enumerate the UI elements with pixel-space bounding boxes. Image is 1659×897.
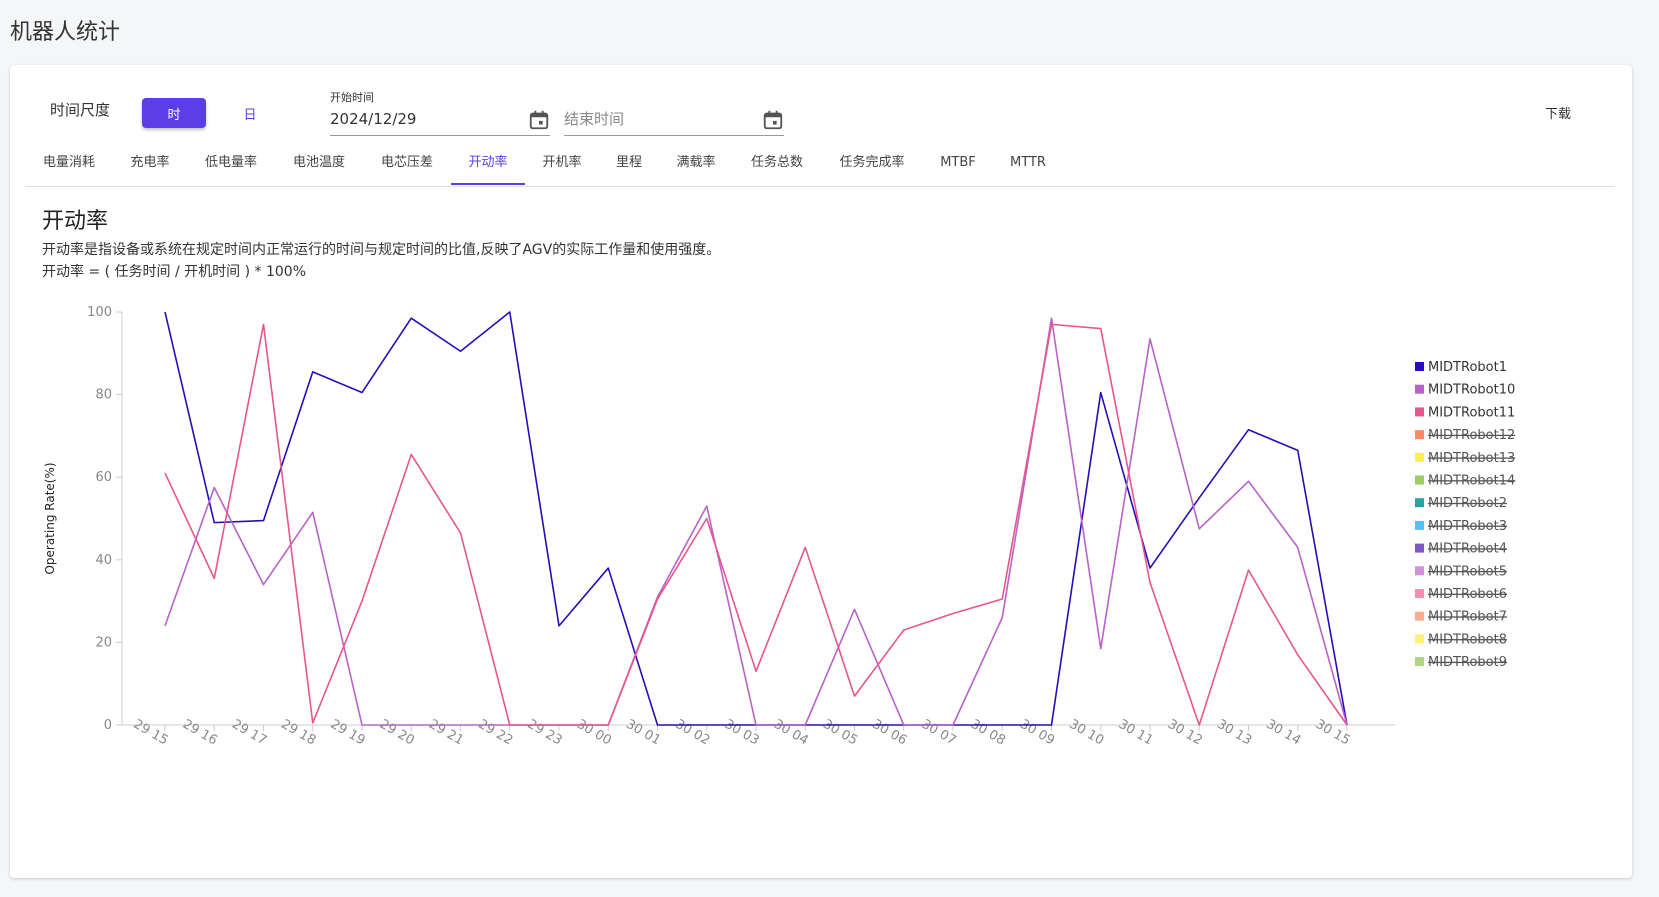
y-tick-label: 60: [95, 470, 112, 485]
legend-item-midtrobot1[interactable]: MIDTRobot1: [1415, 360, 1507, 375]
x-tick-label: 30 07: [919, 717, 959, 749]
x-tick-label: 30 08: [968, 717, 1008, 749]
legend-label: MIDTRobot9: [1428, 655, 1507, 670]
legend-swatch: [1415, 657, 1424, 667]
x-tick-label: 30 11: [1116, 717, 1156, 749]
operating-rate-chart: 02040608010029 15 29 16 29 17 29 18 29 19 29 …: [43, 305, 1515, 749]
legend-label: MIDTRobot6: [1428, 587, 1507, 602]
legend-item-midtrobot8[interactable]: MIDTRobot8: [1415, 632, 1507, 647]
legend-swatch: [1415, 384, 1424, 394]
legend-label: MIDTRobot12: [1428, 428, 1515, 443]
legend-item-midtrobot9[interactable]: MIDTRobot9: [1415, 655, 1507, 670]
legend-swatch: [1415, 498, 1424, 508]
legend-label: MIDTRobot2: [1428, 496, 1507, 511]
legend-item-midtrobot4[interactable]: MIDTRobot4: [1415, 542, 1507, 557]
legend-swatch: [1415, 452, 1424, 462]
legend-label: MIDTRobot4: [1428, 542, 1507, 557]
x-tick-label: 30 02: [673, 717, 713, 749]
legend-swatch: [1415, 475, 1424, 485]
legend-label: MIDTRobot3: [1428, 519, 1507, 534]
legend-swatch: [1415, 520, 1424, 530]
legend-item-midtrobot10[interactable]: MIDTRobot10: [1415, 383, 1515, 398]
x-tick-label: 30 13: [1214, 717, 1254, 749]
y-tick-label: 100: [87, 305, 112, 320]
legend-label: MIDTRobot11: [1428, 405, 1515, 420]
x-tick-label: 29 16: [180, 717, 220, 749]
legend-swatch: [1415, 407, 1424, 417]
legend-swatch: [1415, 362, 1424, 371]
legend-item-midtrobot5[interactable]: MIDTRobot5: [1415, 564, 1507, 579]
legend-item-midtrobot7[interactable]: MIDTRobot7: [1415, 610, 1507, 625]
legend-label: MIDTRobot13: [1428, 451, 1515, 466]
legend-swatch: [1415, 611, 1424, 621]
legend-item-midtrobot3[interactable]: MIDTRobot3: [1415, 519, 1507, 534]
legend-item-midtrobot13[interactable]: MIDTRobot13: [1415, 451, 1515, 466]
x-tick-label: 29 21: [426, 717, 466, 749]
x-tick-label: 30 04: [771, 717, 811, 749]
legend-label: MIDTRobot14: [1428, 474, 1515, 489]
x-tick-label: 30 14: [1264, 717, 1304, 749]
x-tick-label: 30 10: [1067, 717, 1107, 749]
stats-card: 时间尺度 时 日 开始时间 下载 电量消耗 充电率 低电量率 电池温度 电芯压差…: [10, 65, 1632, 878]
series-line-midtrobot1[interactable]: [164, 311, 1348, 726]
legend-label: MIDTRobot1: [1428, 360, 1507, 375]
legend-label: MIDTRobot7: [1428, 610, 1507, 625]
legend-swatch: [1415, 634, 1424, 644]
series-line-midtrobot10[interactable]: [164, 317, 1348, 726]
legend-item-midtrobot6[interactable]: MIDTRobot6: [1415, 587, 1507, 602]
legend-label: MIDTRobot10: [1428, 383, 1515, 398]
x-tick-label: 29 20: [377, 717, 417, 749]
x-tick-label: 29 17: [229, 717, 269, 749]
legend-item-midtrobot11[interactable]: MIDTRobot11: [1415, 405, 1515, 420]
x-tick-label: 30 00: [574, 717, 614, 749]
x-tick-label: 30 06: [870, 717, 910, 749]
page-title: 机器人统计: [10, 20, 121, 45]
x-tick-label: 29 23: [525, 717, 565, 749]
y-tick-label: 40: [95, 553, 112, 568]
legend-label: MIDTRobot8: [1428, 632, 1507, 647]
y-tick-label: 80: [95, 388, 112, 403]
legend-swatch: [1415, 543, 1424, 553]
x-tick-label: 30 09: [1017, 717, 1057, 749]
y-tick-label: 0: [104, 718, 112, 733]
x-tick-label: 30 05: [820, 717, 860, 749]
legend-item-midtrobot14[interactable]: MIDTRobot14: [1415, 474, 1515, 489]
legend-item-midtrobot12[interactable]: MIDTRobot12: [1415, 428, 1515, 443]
legend-item-midtrobot2[interactable]: MIDTRobot2: [1415, 496, 1507, 511]
legend-swatch: [1415, 589, 1424, 598]
y-tick-label: 20: [95, 635, 112, 650]
legend-swatch: [1415, 566, 1424, 576]
x-tick-label: 29 15: [131, 717, 171, 749]
legend-swatch: [1415, 430, 1424, 440]
y-axis-label: Operating Rate(%): [43, 462, 57, 574]
legend-label: MIDTRobot5: [1428, 564, 1507, 579]
